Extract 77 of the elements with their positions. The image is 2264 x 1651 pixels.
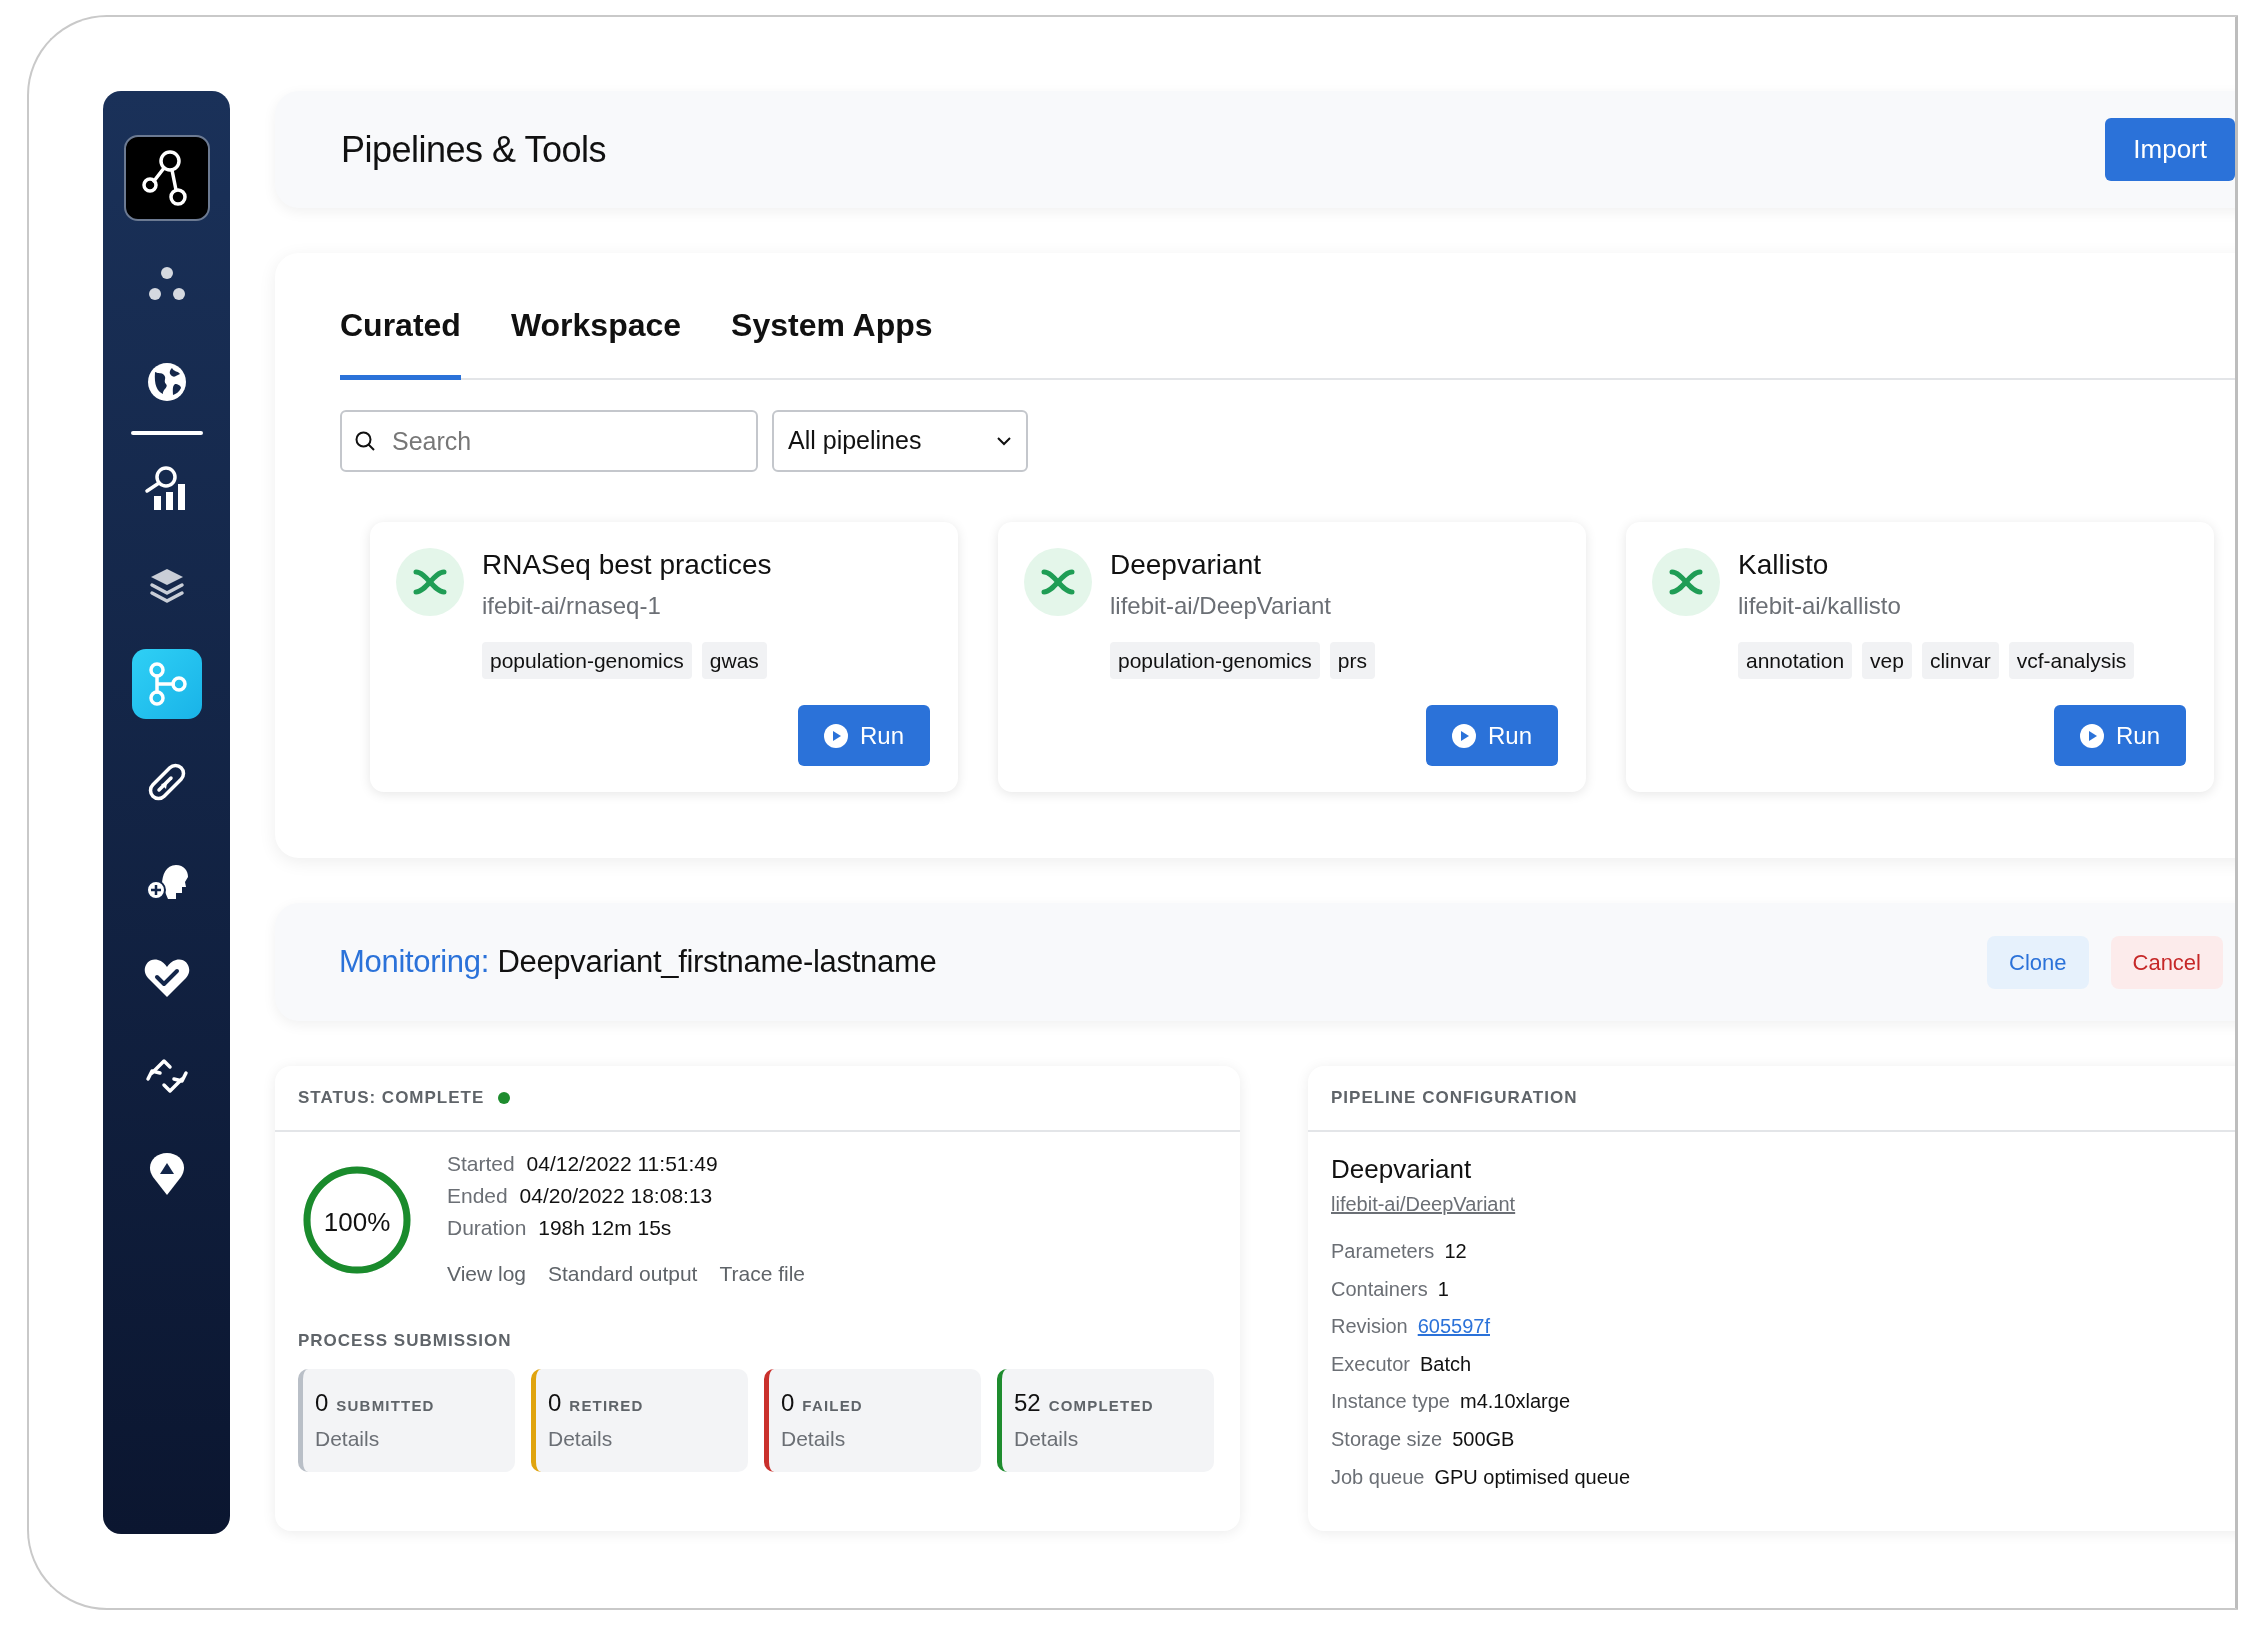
page-title: Pipelines & Tools	[341, 127, 606, 172]
repository-name: lifebit-ai/DeepVariant	[1110, 590, 1332, 621]
stat-label: RETIRED	[569, 1397, 644, 1414]
tag: vcf-analysis	[2008, 641, 2135, 680]
tab[interactable]: System Apps	[731, 293, 933, 380]
tag: gwas	[701, 641, 767, 680]
play-icon	[824, 723, 848, 748]
tag: prs	[1329, 641, 1375, 680]
details-link[interactable]: Details	[548, 1423, 613, 1455]
search-field[interactable]: Search	[340, 410, 758, 472]
stat-count: 0	[548, 1389, 562, 1416]
pipeline-title: RNASeq best practices	[482, 548, 772, 582]
config-label: Parameters	[1331, 1240, 1435, 1262]
config-label: Executor	[1331, 1352, 1410, 1375]
status-heading: STATUS: COMPLETE	[298, 1087, 485, 1110]
time-label: Ended	[447, 1184, 508, 1207]
revision-link[interactable]: 605597f	[1417, 1315, 1490, 1338]
config-label: Job queue	[1331, 1465, 1425, 1488]
pipeline-title: Kallisto	[1738, 548, 1830, 582]
config-value: 500GB	[1452, 1427, 1515, 1450]
details-link[interactable]: Details	[1014, 1423, 1079, 1455]
output-link[interactable]: View log	[447, 1262, 526, 1285]
repository-link[interactable]: lifebit-ai/DeepVariant	[1331, 1193, 1516, 1215]
details-link[interactable]: Details	[315, 1423, 380, 1455]
config-value: m4.10xlarge	[1459, 1390, 1571, 1413]
tag: population-genomics	[482, 641, 692, 680]
section-heading: PROCESS SUBMISSION	[298, 1329, 513, 1352]
tab[interactable]: Curated	[340, 293, 461, 380]
details-link[interactable]: Details	[781, 1423, 846, 1455]
caret-icon	[996, 436, 1012, 446]
configuration-heading: PIPELINE CONFIGURATION	[1331, 1087, 1578, 1110]
config-value: GPU optimised queue	[1434, 1465, 1631, 1488]
time-value: 198h 12m 15s	[538, 1216, 672, 1239]
cancel-button[interactable]: Cancel	[2110, 935, 2223, 989]
stat-label: COMPLETED	[1048, 1397, 1154, 1414]
progress-percent: 100%	[322, 1206, 392, 1239]
pipeline-name: Deepvariant	[1331, 1153, 1473, 1186]
stat-label: FAILED	[802, 1397, 863, 1414]
monitoring-title: Monitoring: Deepvariant_firstname-lastname	[339, 942, 937, 981]
run-button[interactable]: Run	[798, 705, 930, 767]
import-button[interactable]: Import	[2105, 118, 2235, 181]
clone-button[interactable]: Clone	[1987, 935, 2089, 989]
run-button[interactable]: Run	[2054, 705, 2186, 767]
config-label: Containers	[1331, 1277, 1428, 1300]
play-icon	[2080, 723, 2104, 748]
stat-label: SUBMITTED	[336, 1397, 435, 1414]
play-icon	[1452, 723, 1476, 748]
output-link[interactable]: Trace file	[719, 1262, 806, 1285]
config-label: Storage size	[1331, 1427, 1443, 1450]
dots-icon	[146, 266, 187, 302]
repository-name: lifebit-ai/kallisto	[1738, 590, 1902, 621]
time-value: 04/20/2022 18:08:13	[519, 1184, 713, 1207]
pipeline-title: Deepvariant	[1110, 548, 1262, 582]
output-link[interactable]: Standard output	[548, 1262, 698, 1285]
stat-count: 52	[1014, 1389, 1041, 1416]
tag: population-genomics	[1110, 641, 1320, 680]
config-value: Batch	[1419, 1352, 1472, 1375]
config-label: Revision	[1331, 1315, 1408, 1338]
app-logo[interactable]	[123, 135, 210, 221]
config-value: 1	[1437, 1277, 1449, 1300]
time-label: Started	[447, 1152, 515, 1175]
stat-count: 0	[781, 1389, 795, 1416]
tag: annotation	[1738, 641, 1853, 680]
status-dot	[498, 1092, 511, 1104]
tab[interactable]: Workspace	[510, 293, 682, 380]
pipeline-filter-dropdown[interactable]: All pipelines	[772, 410, 1028, 472]
config-label: Instance type	[1331, 1390, 1450, 1413]
time-label: Duration	[447, 1216, 527, 1239]
tag: vep	[1862, 641, 1912, 680]
config-value: 12	[1444, 1240, 1467, 1262]
time-value: 04/12/2022 11:51:49	[526, 1152, 718, 1175]
location-pin-icon	[147, 1151, 186, 1197]
sidebar-item[interactable]	[131, 649, 202, 719]
stat-count: 0	[315, 1389, 329, 1416]
tag: clinvar	[1921, 641, 1999, 680]
run-button[interactable]: Run	[1426, 705, 1558, 767]
repository-name: ifebit-ai/rnaseq-1	[482, 590, 662, 621]
